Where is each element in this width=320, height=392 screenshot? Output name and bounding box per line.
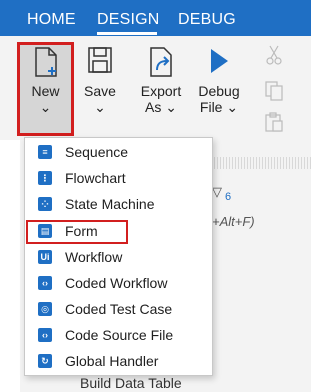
filter-count: 6	[225, 191, 232, 203]
export-as-button[interactable]: Export As ⌄	[131, 42, 191, 136]
menu-item-workflow[interactable]: Ui Workflow	[25, 244, 212, 270]
flowchart-icon: ⋮	[38, 171, 52, 185]
menu-item-label: State Machine	[65, 196, 155, 212]
state-machine-icon: ⁘	[38, 197, 52, 211]
shortcut-hint: +Alt+F)	[212, 214, 255, 229]
tab-design[interactable]: DESIGN	[97, 10, 160, 30]
menu-item-code-source-file[interactable]: ‹› Code Source File	[25, 322, 212, 348]
export-button-label-1: Export	[140, 83, 182, 99]
ribbon-tabbar: HOME DESIGN DEBUG	[0, 0, 311, 36]
global-handler-icon: ↻	[38, 354, 52, 368]
debug-button-label-2: File ⌄	[199, 99, 239, 115]
menu-item-coded-workflow[interactable]: ‹› Coded Workflow	[25, 270, 212, 296]
cut-icon[interactable]	[263, 44, 285, 66]
save-button[interactable]: Save ⌄	[80, 42, 120, 136]
paste-icon[interactable]	[263, 111, 285, 133]
debug-file-button[interactable]: Debug File ⌄	[196, 42, 242, 136]
play-icon	[211, 49, 228, 73]
coded-workflow-icon: ‹›	[38, 276, 52, 290]
workflow-icon: Ui	[38, 250, 52, 264]
activity-item-peek: Build Data Table	[80, 375, 182, 391]
menu-item-label: Coded Workflow	[65, 275, 168, 291]
debug-button-label-1: Debug	[198, 83, 240, 99]
new-button-label: New	[31, 83, 60, 99]
code-source-file-icon: ‹›	[38, 328, 52, 342]
menu-item-label: Flowchart	[65, 170, 126, 186]
save-icon	[88, 47, 112, 73]
menu-item-label: Coded Test Case	[65, 301, 173, 317]
copy-icon[interactable]	[263, 80, 285, 102]
save-button-label: Save	[84, 83, 116, 99]
coded-test-case-icon: ◎	[38, 302, 52, 316]
menu-item-sequence[interactable]: ≡ Sequence	[25, 139, 212, 165]
menu-item-label: Global Handler	[65, 353, 159, 369]
menu-item-label: Sequence	[65, 144, 129, 160]
export-icon	[150, 47, 172, 77]
active-tab-indicator	[97, 32, 157, 35]
left-gutter	[0, 140, 20, 392]
tab-home[interactable]: HOME	[27, 10, 76, 30]
filter-icon[interactable]: ▽	[212, 184, 222, 200]
chevron-down-icon: ⌄	[39, 99, 52, 115]
menu-item-global-handler[interactable]: ↻ Global Handler	[25, 348, 212, 374]
menu-item-label: Code Source File	[65, 327, 174, 343]
menu-item-state-machine[interactable]: ⁘ State Machine	[25, 191, 212, 217]
menu-item-coded-test-case[interactable]: ◎ Coded Test Case	[25, 296, 212, 322]
chevron-down-icon: ⌄	[94, 99, 106, 115]
new-dropdown-menu: ≡ Sequence ⋮ Flowchart ⁘ State Machine ▤…	[24, 137, 213, 376]
sequence-icon: ≡	[38, 145, 52, 159]
form-highlight-box	[26, 220, 128, 244]
menu-item-flowchart[interactable]: ⋮ Flowchart	[25, 165, 212, 191]
panel-grip	[208, 157, 311, 169]
menu-item-label: Workflow	[65, 249, 123, 265]
new-file-icon	[34, 47, 57, 77]
tab-debug[interactable]: DEBUG	[178, 10, 236, 30]
new-button[interactable]: New ⌄	[17, 42, 74, 136]
export-button-label-2: As ⌄	[145, 99, 177, 115]
